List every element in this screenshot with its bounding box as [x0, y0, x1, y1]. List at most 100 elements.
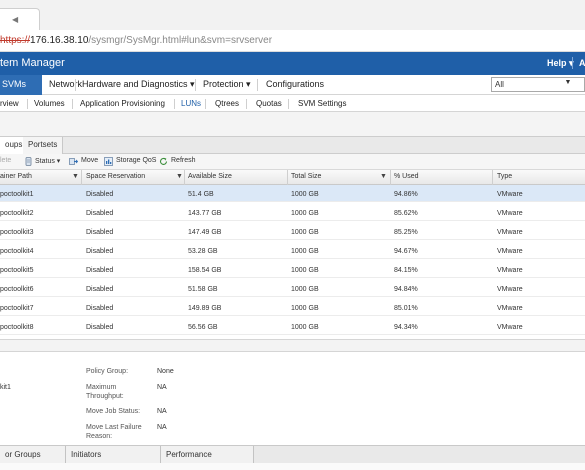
address-bar[interactable]: https://176.16.38.10/sysmgr/SysMgr.html#… — [0, 30, 585, 52]
nav-svms-label: SVMs — [2, 79, 27, 89]
cell-available-size: 147.49 GB — [188, 229, 222, 236]
nav-network[interactable]: Network — [49, 79, 82, 89]
main-nav: SVMs Network Hardware and Diagnostics ▾ … — [0, 75, 585, 95]
filter-icon[interactable]: ▼ — [72, 173, 79, 180]
nav-configurations[interactable]: Configurations — [266, 79, 324, 89]
subnav-overview[interactable]: rview — [0, 99, 19, 108]
col-separator[interactable] — [287, 170, 288, 185]
table-row[interactable]: poctoolkit6 Disabled 51.58 GB 1000 GB 94… — [0, 280, 585, 297]
cell-percent-used: 85.25% — [394, 229, 418, 236]
col-header-container-path[interactable]: ainer Path — [0, 173, 32, 180]
table-row[interactable]: poctoolkit8 Disabled 56.56 GB 1000 GB 94… — [0, 318, 585, 335]
tab-initiator-groups-details[interactable]: or Groups — [0, 446, 66, 463]
cell-total-size: 1000 GB — [291, 267, 319, 274]
table-row[interactable]: poctoolkit3 Disabled 147.49 GB 1000 GB 8… — [0, 223, 585, 240]
move-job-status-label: Move Job Status: — [86, 408, 141, 415]
subnav-application-provisioning[interactable]: Application Provisioning — [80, 99, 165, 108]
cell-container-path: poctoolkit4 — [0, 248, 34, 255]
cell-type: VMware — [497, 324, 523, 331]
cell-space-reservation: Disabled — [86, 267, 114, 274]
content-gap — [0, 112, 585, 136]
subnav-volumes[interactable]: Volumes — [34, 99, 65, 108]
filter-icon[interactable]: ▼ — [176, 173, 183, 180]
cell-container-path: poctoolkit5 — [0, 267, 34, 274]
lun-details-panel: kit1 Policy Group: None Maximum Throughp… — [0, 352, 585, 445]
cell-container-path: poctoolkit7 — [0, 305, 34, 312]
filter-select[interactable]: All ▼ — [491, 77, 585, 92]
col-separator[interactable] — [390, 170, 391, 185]
col-header-total-size[interactable]: Total Size — [291, 173, 321, 180]
lun-tabs: oups Portsets — [0, 136, 585, 154]
max-throughput-label: Maximum — [86, 384, 117, 391]
status-button[interactable]: Status ▾ — [35, 157, 60, 165]
subnav-divider — [288, 99, 289, 109]
cell-container-path: poctoolkit6 — [0, 286, 34, 293]
cell-type: VMware — [497, 286, 523, 293]
move-icon — [69, 157, 79, 166]
refresh-button[interactable]: Refresh — [171, 157, 196, 164]
storage-qos-button[interactable]: Storage QoS — [116, 157, 156, 164]
table-row[interactable]: poctoolkit7 Disabled 149.89 GB 1000 GB 8… — [0, 299, 585, 316]
url-text[interactable]: https://176.16.38.10/sysmgr/SysMgr.html#… — [0, 35, 272, 46]
cell-percent-used: 94.84% — [394, 286, 418, 293]
col-separator[interactable] — [492, 170, 493, 185]
details-lun-name: kit1 — [0, 384, 11, 391]
delete-button[interactable]: lete — [0, 157, 11, 164]
cell-container-path: poctoolkit2 — [0, 210, 34, 217]
policy-group-label: Policy Group: — [86, 368, 129, 375]
nav-divider — [195, 79, 196, 91]
subnav-svm-settings[interactable]: SVM Settings — [298, 99, 346, 108]
policy-group-value: None — [157, 368, 174, 375]
filter-icon[interactable]: ▼ — [380, 173, 387, 180]
col-header-space-reservation[interactable]: Space Reservation — [86, 173, 145, 180]
move-button[interactable]: Move — [81, 157, 98, 164]
table-row[interactable]: poctoolkit1 Disabled 51.4 GB 1000 GB 94.… — [0, 185, 585, 202]
lun-grid-header: ainer Path ▼ Space Reservation ▼ Availab… — [0, 170, 585, 185]
subnav-divider — [27, 99, 28, 109]
refresh-icon — [159, 157, 168, 166]
cell-available-size: 149.89 GB — [188, 305, 222, 312]
nav-hardware-diagnostics[interactable]: Hardware and Diagnostics ▾ — [82, 79, 195, 90]
tab-initiators[interactable]: Initiators — [66, 446, 161, 463]
cell-percent-used: 85.01% — [394, 305, 418, 312]
nav-divider — [75, 79, 76, 91]
col-header-type[interactable]: Type — [497, 173, 512, 180]
subnav-luns[interactable]: LUNs — [181, 99, 201, 108]
subnav-qtrees[interactable]: Qtrees — [215, 99, 239, 108]
nav-protection[interactable]: Protection ▾ — [203, 79, 251, 90]
col-separator[interactable] — [81, 170, 82, 185]
help-menu[interactable]: Help ▾ — [547, 58, 574, 69]
subnav-quotas[interactable]: Quotas — [256, 99, 282, 108]
pane-splitter[interactable] — [0, 339, 585, 352]
table-row[interactable]: poctoolkit5 Disabled 158.54 GB 1000 GB 8… — [0, 261, 585, 278]
col-header-percent-used[interactable]: % Used — [394, 173, 419, 180]
status-bar — [0, 463, 585, 470]
browser-tab[interactable]: ◀ — [0, 8, 40, 30]
tab-portsets[interactable]: Portsets — [23, 137, 64, 154]
status-icon — [24, 157, 33, 166]
cell-available-size: 51.58 GB — [188, 286, 218, 293]
nav-svms[interactable]: SVMs — [0, 75, 42, 95]
cell-available-size: 51.4 GB — [188, 191, 214, 198]
cell-space-reservation: Disabled — [86, 210, 114, 217]
tab-performance[interactable]: Performance — [161, 446, 254, 463]
table-row[interactable]: poctoolkit4 Disabled 53.28 GB 1000 GB 94… — [0, 242, 585, 259]
col-separator[interactable] — [184, 170, 185, 185]
title-separator — [572, 57, 573, 69]
cell-total-size: 1000 GB — [291, 210, 319, 217]
tab-back-icon: ◀ — [12, 15, 19, 24]
cell-available-size: 143.77 GB — [188, 210, 222, 217]
cell-available-size: 56.56 GB — [188, 324, 218, 331]
title-right-partial[interactable]: A — [579, 58, 585, 68]
storage-qos-icon — [104, 157, 113, 166]
cell-container-path: poctoolkit8 — [0, 324, 34, 331]
subnav-divider — [246, 99, 247, 109]
table-row[interactable]: poctoolkit2 Disabled 143.77 GB 1000 GB 8… — [0, 204, 585, 221]
move-last-failure-label: Move Last Failure — [86, 424, 142, 431]
url-path: /sysmgr/SysMgr.html#lun&svm=srvserver — [88, 35, 273, 46]
details-tabs: or Groups Initiators Performance — [0, 445, 585, 463]
sub-nav: rview Volumes Application Provisioning L… — [0, 95, 585, 112]
url-host: 176.16.38.10 — [30, 35, 89, 46]
cell-container-path: poctoolkit3 — [0, 229, 34, 236]
col-header-available-size[interactable]: Available Size — [188, 173, 232, 180]
